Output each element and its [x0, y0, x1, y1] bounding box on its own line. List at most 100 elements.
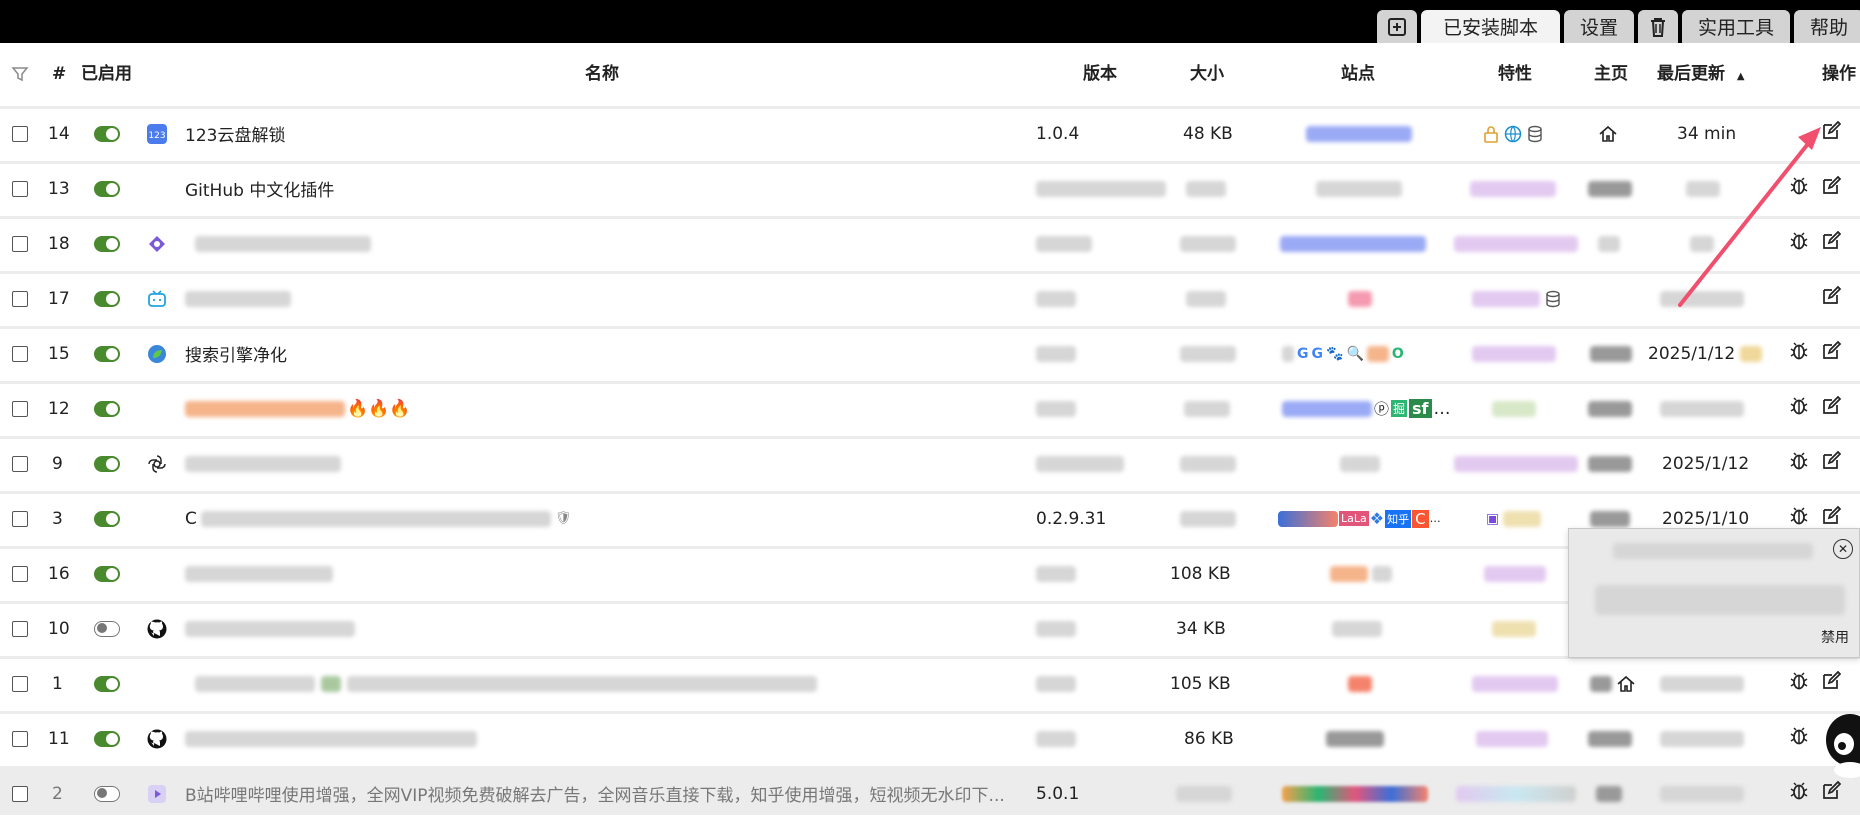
script-name-redacted[interactable] [185, 400, 345, 417]
enable-toggle[interactable] [94, 345, 120, 362]
row-checkbox[interactable] [12, 400, 28, 417]
script-version-redacted [1036, 400, 1076, 417]
row-checkbox[interactable] [12, 290, 28, 307]
row-checkbox[interactable] [12, 345, 28, 362]
script-name[interactable]: 123云盘解锁 [185, 109, 285, 158]
col-size[interactable]: 大小 [1190, 43, 1224, 106]
home-icon[interactable] [1616, 674, 1636, 694]
svg-text:123: 123 [148, 131, 165, 141]
homepage-icons [1590, 345, 1632, 362]
site-icons [1330, 549, 1392, 598]
enable-toggle[interactable] [94, 675, 120, 692]
bilibili-tv-icon [147, 289, 167, 309]
enable-toggle[interactable] [94, 730, 120, 747]
script-name[interactable]: 🔥🔥🔥 [347, 399, 411, 419]
bug-icon[interactable] [1788, 340, 1810, 367]
row-num: 9 [52, 453, 63, 474]
row-checkbox[interactable] [12, 730, 28, 747]
row-checkbox[interactable] [12, 180, 28, 197]
row-checkbox[interactable] [12, 455, 28, 472]
tab-trash[interactable] [1638, 10, 1679, 43]
enable-toggle[interactable] [94, 290, 120, 307]
mascot-icon [1826, 714, 1860, 778]
script-name-redacted[interactable] [200, 510, 551, 527]
script-version-redacted [1036, 620, 1076, 637]
row-checkbox[interactable] [12, 125, 28, 142]
tab-utilities[interactable]: 实用工具 [1682, 10, 1791, 43]
row-num: 14 [48, 123, 70, 144]
script-name-redacted[interactable] [185, 565, 333, 582]
tab-new-script[interactable] [1377, 10, 1417, 43]
script-version-redacted [1036, 455, 1124, 472]
script-name-redacted[interactable] [185, 455, 341, 472]
col-sites[interactable]: 站点 [1341, 43, 1375, 106]
row-checkbox[interactable] [12, 620, 28, 637]
tab-settings[interactable]: 设置 [1564, 10, 1635, 43]
col-enabled[interactable]: 已启用 [81, 43, 132, 106]
bug-icon[interactable] [1788, 725, 1810, 752]
enable-toggle[interactable] [94, 400, 120, 417]
close-icon[interactable]: ✕ [1833, 539, 1853, 559]
edit-icon[interactable] [1820, 285, 1842, 312]
script-name-redacted[interactable] [195, 235, 371, 252]
enable-toggle[interactable] [94, 510, 120, 527]
enable-toggle[interactable] [94, 180, 120, 197]
edit-icon[interactable] [1820, 670, 1842, 697]
col-version[interactable]: 版本 [1083, 43, 1117, 106]
bug-icon[interactable] [1788, 395, 1810, 422]
site-icons [1326, 730, 1384, 747]
popup-disable-label[interactable]: 禁用 [1821, 627, 1849, 647]
site-icons: GG 🐾 🔍 O [1282, 329, 1404, 378]
row-checkbox[interactable] [12, 785, 28, 802]
enable-toggle[interactable] [94, 620, 120, 637]
enable-toggle[interactable] [94, 565, 120, 582]
bug-icon[interactable] [1788, 175, 1810, 202]
edit-icon[interactable] [1820, 340, 1842, 367]
homepage-icons [1590, 510, 1630, 527]
col-last-updated[interactable]: 最后更新 ▲ [1657, 43, 1745, 106]
col-num[interactable]: # [52, 43, 66, 106]
filter-icon[interactable] [11, 43, 29, 106]
edit-icon[interactable] [1820, 120, 1842, 147]
home-icon[interactable] [1598, 124, 1618, 144]
enable-toggle[interactable] [94, 125, 120, 142]
edit-icon[interactable] [1820, 395, 1842, 422]
last-updated-redacted [1686, 180, 1720, 197]
col-homepage[interactable]: 主页 [1594, 43, 1628, 106]
script-size-redacted [1180, 510, 1236, 527]
script-name[interactable]: C [185, 509, 197, 529]
row-checkbox[interactable] [12, 675, 28, 692]
script-name[interactable]: GitHub 中文化插件 [185, 164, 334, 213]
enable-toggle[interactable] [94, 235, 120, 252]
script-size-redacted [1180, 235, 1236, 252]
tab-help[interactable]: 帮助 [1794, 10, 1860, 43]
row-checkbox[interactable] [12, 565, 28, 582]
bug-icon[interactable] [1788, 450, 1810, 477]
col-features[interactable]: 特性 [1498, 43, 1532, 106]
col-name[interactable]: 名称 [585, 43, 619, 106]
feature-icons [1492, 620, 1536, 637]
row-checkbox[interactable] [12, 235, 28, 252]
bug-icon[interactable] [1788, 230, 1810, 257]
github-icon [147, 729, 167, 749]
script-name-redacted[interactable] [195, 675, 315, 692]
enable-toggle[interactable] [94, 455, 120, 472]
edit-icon[interactable] [1820, 450, 1842, 477]
script-version-redacted [1036, 290, 1076, 307]
script-name-redacted[interactable] [185, 730, 477, 747]
script-name-redacted[interactable] [185, 620, 355, 637]
script-name[interactable]: 搜索引擎净化 [185, 329, 287, 378]
last-updated: 34 min [1677, 123, 1737, 144]
bug-icon[interactable] [1788, 780, 1810, 807]
row-num: 1 [52, 673, 63, 694]
tab-installed-scripts[interactable]: 已安装脚本 [1421, 10, 1561, 43]
bug-icon[interactable] [1788, 670, 1810, 697]
script-name-redacted[interactable] [185, 290, 291, 307]
script-name[interactable]: B站哔哩哔哩使用增强，全网VIP视频免费破解去广告，全网音乐直接下载，知乎使用增… [185, 769, 1005, 818]
row-checkbox[interactable] [12, 510, 28, 527]
script-size: 108 KB [1170, 563, 1231, 584]
script-size-redacted [1186, 290, 1226, 307]
edit-icon[interactable] [1820, 230, 1842, 257]
enable-toggle[interactable] [94, 785, 120, 802]
edit-icon[interactable] [1820, 175, 1842, 202]
